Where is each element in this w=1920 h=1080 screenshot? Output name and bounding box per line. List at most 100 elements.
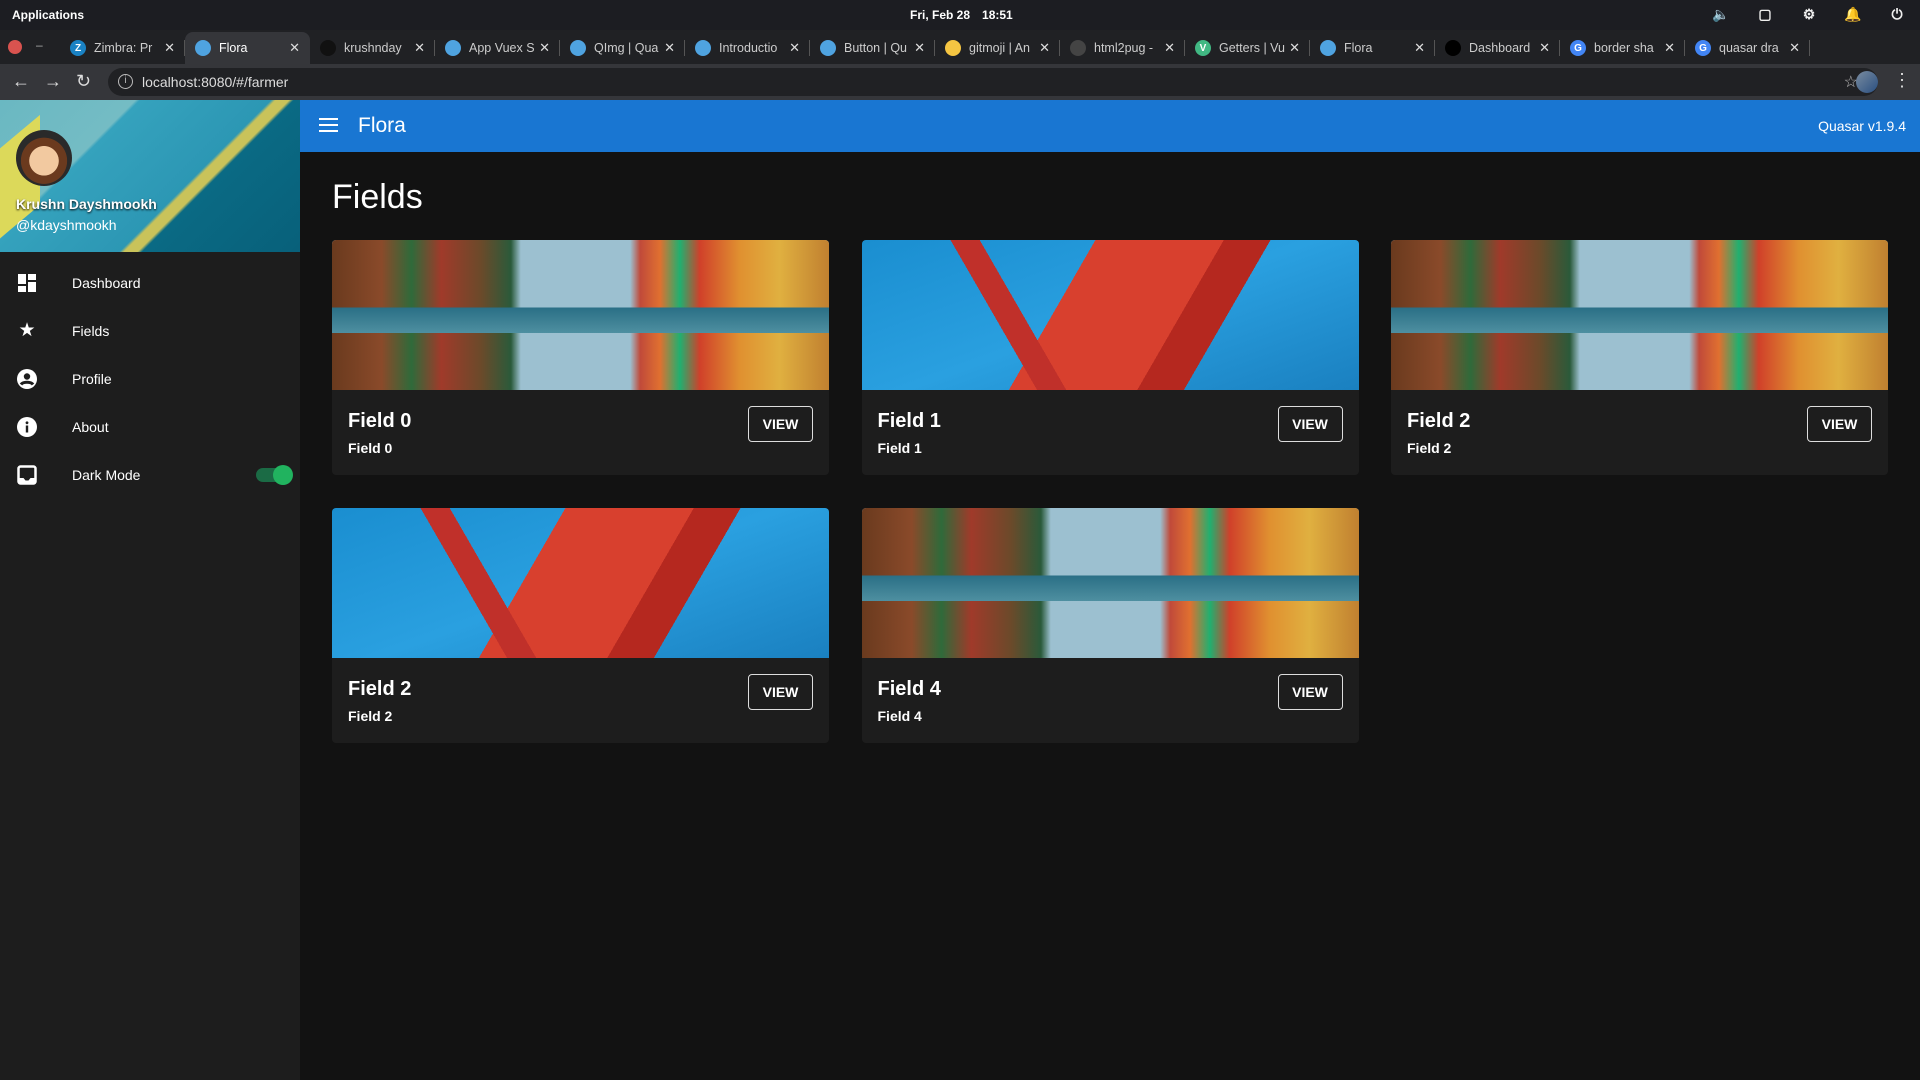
field-card-title: Field 2 xyxy=(1407,410,1471,432)
github-favicon-icon xyxy=(320,40,336,56)
sidebar-item-label: Dark Mode xyxy=(72,467,141,483)
view-button[interactable]: VIEW xyxy=(1277,406,1343,442)
account-circle-icon xyxy=(17,369,37,389)
close-tab-icon[interactable]: ✕ xyxy=(1539,40,1550,56)
star-icon: ★ xyxy=(18,320,36,341)
settings-icon[interactable]: ⚙ xyxy=(1800,6,1818,24)
tab-title: gitmoji | An xyxy=(969,41,1030,55)
minimize-window-icon[interactable]: – xyxy=(36,38,43,52)
user-name: Krushn Dayshmookh xyxy=(16,196,157,212)
field-card-subtitle: Field 0 xyxy=(348,440,393,456)
app-header: Flora Quasar v1.9.4 xyxy=(300,100,1920,152)
browser-tab[interactable]: App Vuex S ✕ xyxy=(435,32,560,64)
close-tab-icon[interactable]: ✕ xyxy=(1789,40,1800,56)
close-tab-icon[interactable]: ✕ xyxy=(289,40,300,56)
forward-icon[interactable]: → xyxy=(44,71,62,92)
quasar-favicon-icon xyxy=(445,40,461,56)
view-button[interactable]: VIEW xyxy=(1277,674,1343,710)
field-card-subtitle: Field 2 xyxy=(1407,440,1452,456)
tab-title: QImg | Qua xyxy=(594,41,659,55)
browser-tab[interactable]: gitmoji | An ✕ xyxy=(935,32,1060,64)
sidebar-item-about[interactable]: About xyxy=(0,403,300,451)
dark-mode-toggle[interactable] xyxy=(256,465,293,485)
tab-title: border sha xyxy=(1594,41,1654,55)
browser-tab[interactable]: Dashboard ✕ xyxy=(1435,32,1560,64)
view-button[interactable]: VIEW xyxy=(748,406,813,442)
sidebar-profile-header: Krushn Dayshmookh @kdayshmookh xyxy=(0,100,300,252)
close-tab-icon[interactable]: ✕ xyxy=(1289,40,1300,56)
tab-title: quasar dra xyxy=(1719,41,1779,55)
dashboard-icon xyxy=(17,273,37,293)
field-card-image xyxy=(332,508,829,658)
field-card: Field 1 Field 1 VIEW xyxy=(861,240,1359,475)
back-icon[interactable]: ← xyxy=(12,71,30,92)
menu-icon[interactable] xyxy=(319,118,338,132)
tab-title: Zimbra: Pr xyxy=(94,41,153,55)
sidebar-item-label: Fields xyxy=(72,323,110,339)
browser-tab[interactable]: Gborder sha ✕ xyxy=(1560,32,1685,64)
browser-tab[interactable]: html2pug - ✕ xyxy=(1060,32,1185,64)
sidebar-item-dashboard[interactable]: Dashboard xyxy=(0,259,300,307)
reload-icon[interactable]: ↻ xyxy=(76,71,91,92)
sidebar-item-fields[interactable]: ★ Fields xyxy=(0,307,300,355)
browser-tab[interactable]: Button | Qu ✕ xyxy=(810,32,935,64)
profile-avatar[interactable] xyxy=(1856,71,1878,93)
browser-tab[interactable]: Introductio ✕ xyxy=(685,32,810,64)
applications-menu[interactable]: Applications xyxy=(12,8,84,22)
close-tab-icon[interactable]: ✕ xyxy=(414,40,425,56)
tab-title: Getters | Vu xyxy=(1219,41,1285,55)
browser-menu-icon[interactable]: ⋮ xyxy=(1893,70,1911,91)
browser-tab[interactable]: Z Zimbra: Pr ✕ xyxy=(60,32,185,64)
field-card: Field 0 Field 0 VIEW xyxy=(332,240,829,475)
field-card-subtitle: Field 4 xyxy=(877,708,922,724)
user-handle: @kdayshmookh xyxy=(16,217,117,233)
tab-title: html2pug - xyxy=(1094,41,1154,55)
quasar-favicon-icon xyxy=(195,40,211,56)
close-tab-icon[interactable]: ✕ xyxy=(914,40,925,56)
view-button[interactable]: VIEW xyxy=(1807,406,1872,442)
browser-tab[interactable]: krushnday ✕ xyxy=(310,32,435,64)
close-tab-icon[interactable]: ✕ xyxy=(164,40,175,56)
browser-tab[interactable]: Flora ✕ xyxy=(1310,32,1435,64)
close-tab-icon[interactable]: ✕ xyxy=(664,40,675,56)
display-icon[interactable]: ▢ xyxy=(1756,6,1774,24)
field-card: Field 2 Field 2 VIEW xyxy=(332,508,829,743)
close-tab-icon[interactable]: ✕ xyxy=(539,40,550,56)
sidebar-item-label: About xyxy=(72,419,109,435)
browser-tab-strip: – Z Zimbra: Pr ✕ Flora ✕ krushnday ✕ App Vuex S… xyxy=(0,30,1920,86)
close-tab-icon[interactable]: ✕ xyxy=(1039,40,1050,56)
site-info-icon[interactable]: i xyxy=(118,74,133,89)
close-tab-icon[interactable]: ✕ xyxy=(789,40,800,56)
power-icon[interactable]: ⏻ xyxy=(1888,6,1906,24)
version-label: Quasar v1.9.4 xyxy=(1818,118,1906,134)
browser-tab[interactable]: QImg | Qua ✕ xyxy=(560,32,685,64)
browser-tab[interactable]: Gquasar dra ✕ xyxy=(1685,32,1810,64)
sidebar-item-label: Profile xyxy=(72,371,112,387)
field-card-title: Field 1 xyxy=(877,410,941,432)
v-favicon-icon: V xyxy=(1195,40,1211,56)
field-card: Field 4 Field 4 VIEW xyxy=(861,508,1359,743)
address-bar-row: ← → ↻ i localhost:8080/#/farmer ☆ ⋮ xyxy=(0,64,1920,100)
browser-tab[interactable]: Flora ✕ xyxy=(185,32,310,64)
view-button[interactable]: VIEW xyxy=(748,674,813,710)
tab-title: Button | Qu xyxy=(844,41,908,55)
browser-tab[interactable]: V Getters | Vu ✕ xyxy=(1185,32,1310,64)
close-tab-icon[interactable]: ✕ xyxy=(1414,40,1425,56)
sidebar-item-dark-mode[interactable]: Dark Mode xyxy=(0,451,300,499)
volume-icon[interactable]: 🔈 xyxy=(1712,6,1730,24)
sidebar-item-profile[interactable]: Profile xyxy=(0,355,300,403)
time: 18:51 xyxy=(982,8,1013,22)
tab-title: krushnday xyxy=(344,41,402,55)
close-tab-icon[interactable]: ✕ xyxy=(1164,40,1175,56)
close-window-icon[interactable] xyxy=(8,40,22,54)
url-input[interactable]: i localhost:8080/#/farmer ☆ xyxy=(108,68,1878,96)
inbox-icon xyxy=(17,465,37,485)
tab-title: Flora xyxy=(1344,41,1373,55)
close-tab-icon[interactable]: ✕ xyxy=(1664,40,1675,56)
triangle-favicon-icon xyxy=(1445,40,1461,56)
bell-icon[interactable]: 🔔 xyxy=(1844,6,1862,24)
field-card-subtitle: Field 2 xyxy=(348,708,393,724)
tab-title: Flora xyxy=(219,41,248,55)
os-top-bar: Applications Fri, Feb 28 18:51 🔈 ▢ ⚙ 🔔 ⏻ xyxy=(0,0,1920,30)
quasar-favicon-icon xyxy=(1320,40,1336,56)
